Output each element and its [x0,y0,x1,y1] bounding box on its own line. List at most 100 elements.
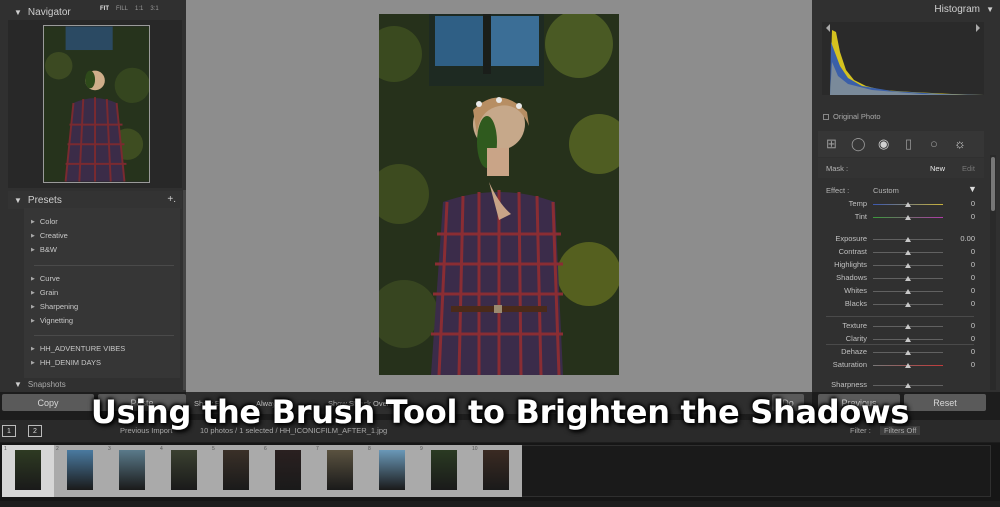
presets-title: Presets [27,194,62,206]
overlay-title: Using the Brush Tool to Brighten the Sha… [90,393,910,431]
preset-folder[interactable]: ▶ B&W [31,245,57,254]
preset-folder[interactable]: ▶ Curve [31,274,60,283]
graduated-filter-icon[interactable]: ▯ [905,137,912,151]
slider-value-clarity[interactable]: 0 [971,334,975,343]
collapse-triangle-icon[interactable]: ▼ [14,380,22,389]
filmstrip-thumbnail[interactable]: 4 [158,445,210,497]
spot-removal-icon[interactable]: ◯ [851,137,866,151]
original-photo-toggle[interactable]: Original Photo [823,112,881,121]
filmstrip-thumbnail[interactable]: 2 [54,445,106,497]
filmstrip-thumbnail[interactable]: 1 [2,445,54,497]
slider-label-dehaze: Dehaze [841,347,867,356]
thumbnail-image [67,450,93,490]
expand-arrow-icon: ▶ [31,303,35,310]
main-photo[interactable] [379,14,619,375]
slider-handle-shadows[interactable] [905,276,911,281]
preset-folder-label: Grain [39,288,59,297]
add-preset-icon[interactable]: +. [167,194,176,205]
slider-label-contrast: Contrast [838,247,867,256]
slider-value-exposure[interactable]: 0.00 [960,234,975,243]
slider-value-whites[interactable]: 0 [971,286,975,295]
preset-folder[interactable]: ▶ Color [31,217,58,226]
thumbnail-image [327,450,353,490]
histogram-chart [822,22,984,95]
adjustment-brush-icon[interactable]: ☼ [954,137,966,151]
slider-handle-clarity[interactable] [905,337,911,342]
divider [826,316,974,317]
original-photo-label: Original Photo [833,112,881,121]
filmstrip-thumbnail[interactable]: 6 [262,445,314,497]
filmstrip-thumbnail[interactable]: 7 [314,445,366,497]
red-eye-icon[interactable]: ◉ [878,137,889,151]
effect-collapse-icon[interactable]: ▼ [968,184,977,194]
preset-folder[interactable]: ▶ Grain [31,288,58,297]
slider-handle-saturation[interactable] [905,363,911,368]
effect-preset-select[interactable]: Custom [873,186,899,195]
slider-value-temp[interactable]: 0 [971,199,975,208]
checkbox[interactable] [823,113,829,120]
thumbnail-index: 3 [108,446,111,452]
collapse-triangle-icon[interactable]: ▼ [986,5,994,14]
navigator-title: Navigator [27,6,71,18]
slider-handle-dehaze[interactable] [905,350,911,355]
filmstrip-thumbnail[interactable]: 8 [366,445,418,497]
zoom-fit[interactable]: FIT [100,6,109,12]
slider-value-highlights[interactable]: 0 [971,260,975,269]
slider-handle-exposure[interactable] [905,237,911,242]
slider-handle-highlights[interactable] [905,263,911,268]
scrollbar-thumb[interactable] [991,157,995,211]
preset-folder[interactable]: ▶ HH_DENIM DAYS [31,358,101,367]
thumbnail-index: 4 [160,446,163,452]
slider-value-contrast[interactable]: 0 [971,247,975,256]
mask-label: Mask : [826,164,849,173]
slider-value-tint[interactable]: 0 [971,212,975,221]
slider-handle-whites[interactable] [905,289,911,294]
expand-arrow-icon: ▶ [31,232,35,239]
slider-handle-sharpness[interactable] [905,383,911,388]
zoom-3-1[interactable]: 3:1 [150,6,158,12]
filmstrip-thumbnail[interactable]: 5 [210,445,262,497]
presets-header[interactable]: ▼ Presets +. [8,191,182,209]
mask-edit-button[interactable]: Edit [962,164,975,173]
slider-value-dehaze[interactable]: 0 [971,347,975,356]
preset-folder[interactable]: ▶ Sharpening [31,302,78,311]
slider-handle-blacks[interactable] [905,302,911,307]
mask-new-button[interactable]: New [930,164,945,173]
slider-label-texture: Texture [842,321,867,330]
slider-handle-tint[interactable] [905,215,911,220]
preset-folder[interactable]: ▶ Vignetting [31,316,73,325]
divider [34,335,174,336]
collapse-triangle-icon[interactable]: ▼ [14,196,22,205]
slider-handle-contrast[interactable] [905,250,911,255]
preset-folder-label: Vignetting [39,316,74,325]
slider-value-shadows[interactable]: 0 [971,273,975,282]
zoom-fill[interactable]: FILL [116,6,128,12]
preset-folder[interactable]: ▶ HH_ADVENTURE VIBES [31,344,125,353]
slider-handle-texture[interactable] [905,324,911,329]
zoom-1-1[interactable]: 1:1 [135,6,143,12]
filmstrip-thumbnail[interactable]: 10 [470,445,522,497]
preset-folder-label: Sharpening [39,302,79,311]
thumbnail-index: 2 [56,446,59,452]
thumbnail-image [379,450,405,490]
expand-arrow-icon: ▶ [31,275,35,282]
slider-handle-temp[interactable] [905,202,911,207]
navigator-thumbnail[interactable] [43,25,150,183]
snapshots-header[interactable]: ▼ Snapshots [8,378,182,390]
filmstrip-thumbnail[interactable]: 3 [106,445,158,497]
thumbnail-index: 6 [264,446,267,452]
slider-value-blacks[interactable]: 0 [971,299,975,308]
slider-value-saturation[interactable]: 0 [971,360,975,369]
crop-icon[interactable]: ⊞ [826,137,837,151]
preset-folder-label: Color [39,217,58,226]
collapse-triangle-icon[interactable]: ▼ [14,8,22,17]
histogram-title: Histogram [934,4,980,15]
slider-label-highlights: Highlights [834,260,867,269]
preset-folder-label: Curve [39,274,60,283]
slider-value-texture[interactable]: 0 [971,321,975,330]
slider-label-blacks: Blacks [844,299,867,308]
filmstrip-thumbnail[interactable]: 9 [418,445,470,497]
radial-filter-icon[interactable]: ○ [930,137,938,151]
thumbnail-image [119,450,145,490]
preset-folder[interactable]: ▶ Creative [31,231,68,240]
